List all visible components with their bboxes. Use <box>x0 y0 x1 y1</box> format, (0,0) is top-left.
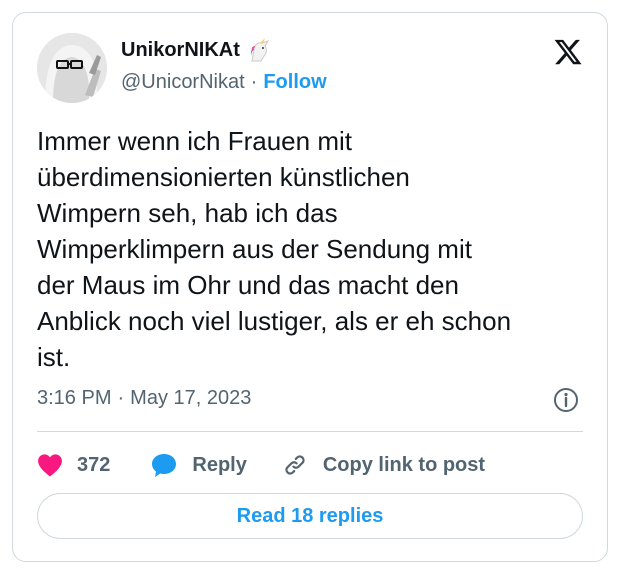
like-count: 372 <box>77 453 111 476</box>
tweet-date: May 17, 2023 <box>130 387 252 409</box>
separator-dot: · <box>250 71 258 93</box>
divider <box>37 431 583 432</box>
separator-dot: · <box>117 387 125 409</box>
copy-link-label: Copy link to post <box>322 453 486 476</box>
reply-label: Reply <box>192 453 247 476</box>
unicorn-icon <box>246 37 272 63</box>
tweet-text-line: ist. <box>37 342 71 372</box>
tweet-text-line: Anblick noch viel lustiger, als er eh sc… <box>37 306 512 336</box>
read-replies-label: Read 18 replies <box>236 504 384 527</box>
read-replies-button[interactable]: Read 18 replies <box>37 493 583 539</box>
tweet-actions: 372 Reply Copy link to post <box>37 445 485 485</box>
author-handle-row: @UnicorNikat · Follow <box>121 71 327 94</box>
reply-bubble-icon <box>152 454 177 477</box>
author-name-row: UnikorNIKAt <box>121 37 272 63</box>
avatar[interactable] <box>37 33 107 103</box>
reply-button[interactable]: Reply <box>150 452 247 478</box>
like-button[interactable]: 372 <box>37 453 110 477</box>
info-icon[interactable] <box>553 387 579 413</box>
tweet-text-line: Wimpern seh, hab ich das <box>37 198 338 228</box>
tweet-time: 3:16 PM <box>37 387 112 409</box>
tweet-text-line: der Maus im Ohr und das macht den <box>37 270 459 300</box>
follow-button[interactable]: Follow <box>263 71 326 94</box>
tweet-text-line: Wimperklimpern aus der Sendung mit <box>37 234 472 264</box>
author-display-name[interactable]: UnikorNIKAt <box>121 39 240 62</box>
tweet-card: UnikorNIKAt @UnicorNikat · Follow Immer … <box>12 12 608 562</box>
tweet-timestamp[interactable]: 3:16 PM · May 17, 2023 <box>37 387 251 410</box>
x-logo-icon[interactable] <box>553 37 583 67</box>
tweet-text-line: überdimensionierten künstlichen <box>37 162 410 192</box>
heart-icon <box>38 454 62 477</box>
copy-link-button[interactable]: Copy link to post <box>281 451 485 479</box>
link-icon <box>285 455 305 475</box>
tweet-text-line: Immer wenn ich Frauen mit <box>37 126 352 156</box>
author-handle[interactable]: @UnicorNikat <box>121 71 245 94</box>
tweet-text: Immer wenn ich Frauen mit überdimensioni… <box>37 123 593 375</box>
